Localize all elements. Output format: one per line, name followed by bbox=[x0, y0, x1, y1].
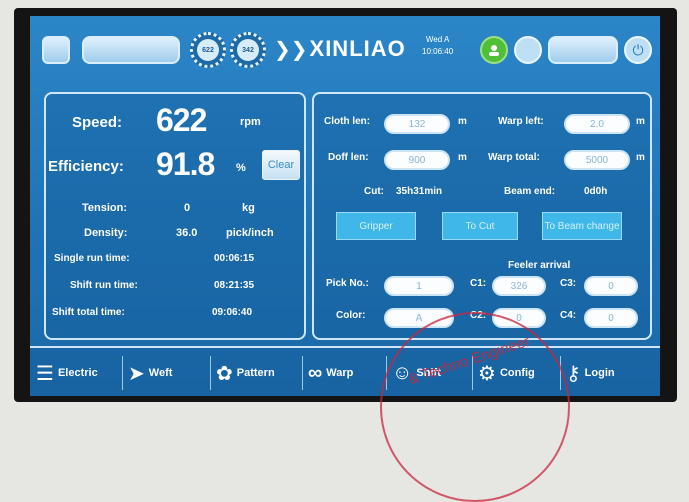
efficiency-value: 91.8 bbox=[156, 146, 215, 182]
warp-left-field[interactable]: 2.0 bbox=[564, 114, 630, 134]
c3-label: C3: bbox=[560, 278, 577, 289]
c1-label: C1: bbox=[470, 278, 487, 289]
shift-total-value: 09:06:40 bbox=[212, 307, 253, 318]
nav-divider bbox=[122, 356, 123, 390]
nav-pattern-label: Pattern bbox=[236, 367, 275, 379]
home-button[interactable] bbox=[42, 36, 70, 64]
nav-electric-label: Electric bbox=[57, 367, 98, 379]
cloth-len-unit: m bbox=[458, 116, 467, 127]
company-stamp bbox=[380, 312, 570, 502]
warp-left-label: Warp left: bbox=[498, 116, 544, 127]
speed-label: Speed: bbox=[72, 114, 123, 131]
single-run-label: Single run time: bbox=[54, 253, 130, 264]
weft-arrow-icon: ➤ bbox=[128, 362, 145, 385]
speed-gauge-icon: 622 bbox=[190, 32, 226, 68]
pick-no-field[interactable]: 1 bbox=[384, 276, 454, 296]
time-label: 10:06:40 bbox=[422, 47, 454, 56]
counter-gauge-icon: 342 bbox=[230, 32, 266, 68]
logo-mark-icon: ❯❯ bbox=[274, 38, 308, 61]
alarm-status-icon[interactable] bbox=[514, 36, 542, 64]
sliders-icon: ☰ bbox=[36, 362, 54, 385]
run-status-icon bbox=[480, 36, 508, 64]
speed-value: 622 bbox=[156, 102, 207, 138]
nav-electric[interactable]: ☰ Electric bbox=[36, 354, 98, 392]
efficiency-unit: % bbox=[236, 162, 246, 174]
gauge2-value: 342 bbox=[237, 39, 259, 61]
warp-rollers-icon: ∞ bbox=[308, 361, 323, 384]
cloth-len-label: Cloth len: bbox=[324, 116, 371, 127]
c1-field[interactable]: 326 bbox=[492, 276, 546, 296]
clear-button[interactable]: Clear bbox=[262, 150, 300, 180]
tension-value: 0 bbox=[184, 202, 191, 214]
nav-weft-label: Weft bbox=[148, 367, 173, 379]
nav-divider bbox=[210, 356, 211, 390]
doff-len-field[interactable]: 900 bbox=[384, 150, 450, 170]
warp-total-field[interactable]: 5000 bbox=[564, 150, 630, 170]
gauge1-value: 622 bbox=[197, 39, 219, 61]
density-label: Density: bbox=[84, 227, 128, 239]
to-beam-change-button[interactable]: To Beam change bbox=[542, 212, 622, 240]
feeler-arrival-title: Feeler arrival bbox=[508, 260, 571, 271]
power-icon[interactable]: ⏻ bbox=[624, 36, 652, 64]
shift-run-label: Shift run time: bbox=[70, 280, 138, 291]
palette-icon: ✿ bbox=[216, 362, 233, 385]
gripper-button[interactable]: Gripper bbox=[336, 212, 416, 240]
density-value: 36.0 bbox=[176, 227, 198, 239]
efficiency-label: Efficiency: bbox=[48, 158, 124, 175]
nav-weft[interactable]: ➤ Weft bbox=[128, 354, 172, 392]
header-right-button[interactable] bbox=[548, 36, 618, 64]
datetime: Wed A 10:06:40 bbox=[422, 34, 453, 58]
brand-logo: ❯❯ XINLIAO bbox=[274, 36, 406, 62]
speed-unit: rpm bbox=[240, 116, 261, 128]
hmi-screen: 622 342 ❯❯ XINLIAO Wed A 10:06:40 ⏻ Spee… bbox=[30, 16, 660, 396]
header-bar: 622 342 ❯❯ XINLIAO Wed A 10:06:40 ⏻ bbox=[30, 16, 660, 82]
warp-left-unit: m bbox=[636, 116, 645, 127]
doff-len-label: Doff len: bbox=[328, 152, 369, 163]
nav-login-label: Login bbox=[584, 367, 615, 379]
c4-field[interactable]: 0 bbox=[584, 308, 638, 328]
key-icon: ⚷ bbox=[566, 362, 581, 385]
day-label: Wed A bbox=[425, 35, 450, 44]
tension-label: Tension: bbox=[82, 202, 128, 214]
single-run-value: 00:06:15 bbox=[214, 253, 255, 264]
warp-total-label: Warp total: bbox=[488, 152, 540, 163]
color-label: Color: bbox=[336, 310, 366, 321]
nav-login[interactable]: ⚷ Login bbox=[566, 354, 615, 392]
nav-warp-label: Warp bbox=[326, 367, 354, 379]
nav-pattern[interactable]: ✿ Pattern bbox=[216, 354, 275, 392]
nav-warp[interactable]: ∞ Warp bbox=[308, 354, 353, 392]
c4-label: C4: bbox=[560, 310, 577, 321]
brand-name: XINLIAO bbox=[309, 36, 406, 61]
beam-end-value: 0d0h bbox=[584, 186, 608, 197]
warp-total-unit: m bbox=[636, 152, 645, 163]
cut-value: 35h31min bbox=[396, 186, 443, 197]
cloth-len-field[interactable]: 132 bbox=[384, 114, 450, 134]
c3-field[interactable]: 0 bbox=[584, 276, 638, 296]
shift-total-label: Shift total time: bbox=[52, 307, 125, 318]
density-unit: pick/inch bbox=[226, 227, 274, 239]
cut-label: Cut: bbox=[364, 186, 384, 197]
header-pill-button[interactable] bbox=[82, 36, 180, 64]
nav-divider bbox=[302, 356, 303, 390]
shift-run-value: 08:21:35 bbox=[214, 280, 255, 291]
to-cut-button[interactable]: To Cut bbox=[442, 212, 518, 240]
tension-unit: kg bbox=[242, 202, 255, 214]
beam-end-label: Beam end: bbox=[504, 186, 556, 197]
doff-len-unit: m bbox=[458, 152, 467, 163]
pick-no-label: Pick No.: bbox=[326, 278, 369, 289]
